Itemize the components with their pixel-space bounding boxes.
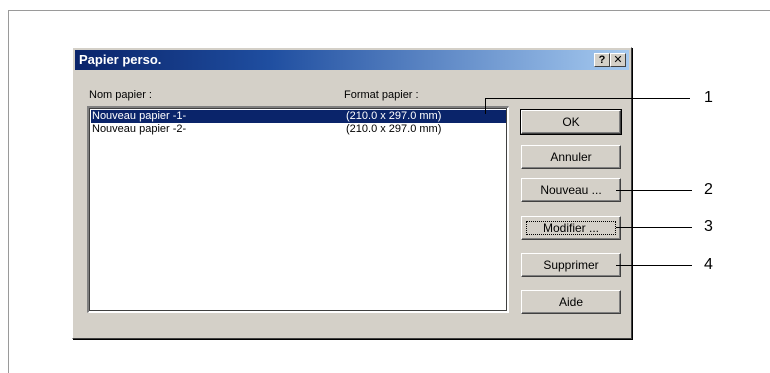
help-button-label: Aide: [558, 295, 584, 309]
modify-button[interactable]: Modifier ...: [521, 216, 621, 240]
new-button-label: Nouveau ...: [540, 183, 602, 197]
callout-1-leader: [485, 98, 690, 99]
column-header-paper-name[interactable]: Nom papier :: [89, 89, 152, 102]
ok-button-label: OK: [562, 115, 580, 129]
paper-list[interactable]: Nouveau papier -1- (210.0 x 297.0 mm) No…: [87, 106, 509, 313]
paper-format: (210.0 x 297.0 mm): [346, 110, 442, 122]
paper-format: (210.0 x 297.0 mm): [346, 123, 442, 135]
frame-left-rule: [8, 10, 9, 373]
modify-button-label: Modifier ...: [542, 221, 599, 235]
delete-button-label: Supprimer: [543, 258, 599, 272]
help-title-button[interactable]: ?: [594, 53, 610, 67]
paper-name: Nouveau papier -2-: [92, 123, 187, 135]
callout-2: 2: [704, 181, 713, 198]
callout-4: 4: [704, 256, 713, 273]
list-item[interactable]: Nouveau papier -2- (210.0 x 297.0 mm): [91, 123, 506, 136]
cancel-button-label: Annuler: [550, 150, 592, 164]
ok-button[interactable]: OK: [520, 109, 622, 135]
frame-top-rule: [8, 10, 770, 11]
close-icon[interactable]: ✕: [610, 53, 626, 67]
column-header-paper-format[interactable]: Format papier :: [344, 89, 419, 102]
list-item[interactable]: Nouveau papier -1- (210.0 x 297.0 mm): [91, 110, 506, 123]
help-button[interactable]: Aide: [521, 290, 621, 314]
new-button[interactable]: Nouveau ...: [521, 178, 621, 202]
custom-paper-dialog: Papier perso. ? ✕ Nom papier : Format pa…: [72, 47, 632, 339]
callout-3-leader: [616, 227, 692, 228]
paper-name: Nouveau papier -1-: [92, 110, 187, 122]
cancel-button[interactable]: Annuler: [521, 145, 621, 169]
callout-2-leader: [616, 190, 692, 191]
dialog-title: Papier perso.: [79, 52, 162, 67]
callout-1: 1: [704, 89, 713, 106]
callout-4-leader: [616, 265, 692, 266]
delete-button[interactable]: Supprimer: [521, 253, 621, 277]
callout-1-leader-vertical: [485, 98, 486, 114]
title-bar[interactable]: Papier perso. ? ✕: [75, 50, 629, 70]
callout-3: 3: [704, 218, 713, 235]
